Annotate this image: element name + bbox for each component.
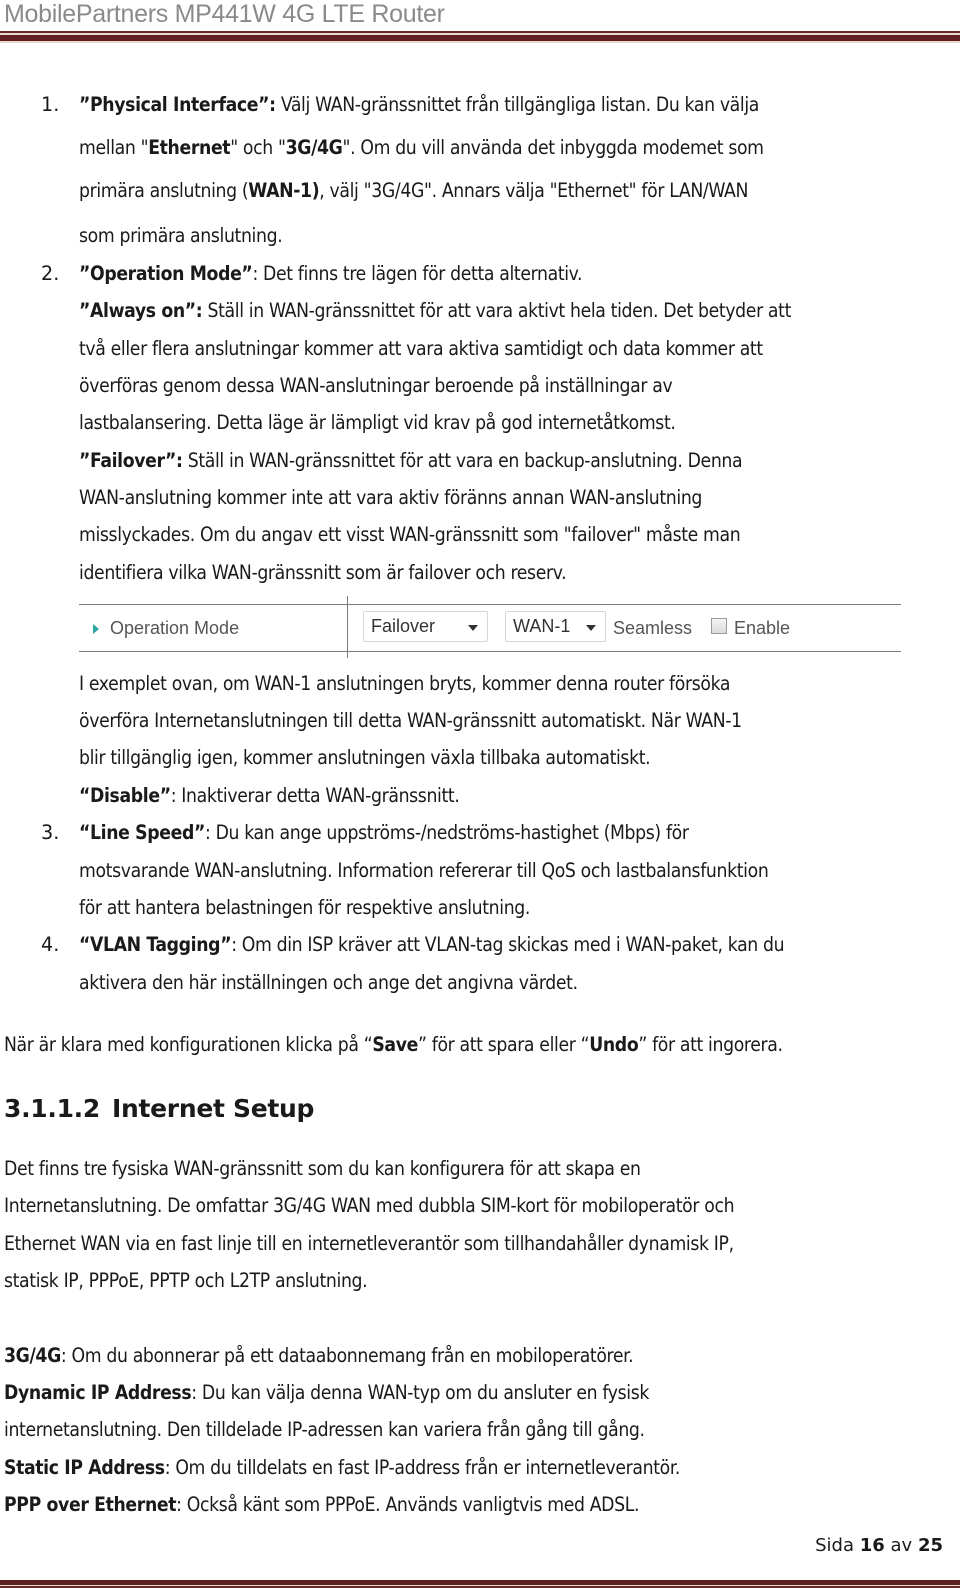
term-disable: “Disable” (79, 784, 171, 807)
section-title: Internet Setup (111, 1094, 315, 1123)
def-3g4g: 3G/4G: Om du abonnerar på ett dataabonne… (4, 1344, 634, 1367)
always-on-line-2: två eller flera anslutningar kommer att … (79, 337, 763, 360)
section-heading: 3.1.1.2 Internet Setup (4, 1094, 314, 1123)
enable-label: Enable (734, 618, 791, 638)
always-on-line-4: lastbalansering. Detta läge är lämpligt … (79, 411, 676, 434)
example-line-3: blir tillgänglig igen, kommer anslutning… (79, 746, 651, 769)
item3-line-1: “Line Speed”: Du kan ange uppströms-/ned… (79, 821, 689, 844)
operation-mode-select[interactable]: Failover (363, 611, 488, 642)
list-number-3: 3. (41, 821, 60, 844)
intro-line-4: statisk IP, PPPoE, PPTP och L2TP anslutn… (4, 1269, 368, 1292)
always-on-line-1: ”Always on”: Ställ in WAN-gränssnittet f… (79, 299, 791, 322)
term-physical-interface: ”Physical Interface”: (79, 93, 276, 116)
widget-top-border (79, 604, 901, 605)
footer-rule (0, 1580, 960, 1588)
save-undo-note: När är klara med konfigurationen klicka … (4, 1033, 783, 1056)
item3-line-2: motsvarande WAN-anslutning. Information … (79, 859, 769, 882)
document-header-title: MobilePartners MP441W 4G LTE Router (4, 0, 445, 28)
header-rule (0, 31, 960, 43)
term-failover: ”Failover”: (79, 449, 183, 472)
item3-line-3: för att hantera belastningen för respekt… (79, 896, 531, 919)
list-number-4: 4. (41, 933, 60, 956)
operation-mode-screenshot: Operation Mode Failover WAN-1 Seamless E… (79, 596, 901, 658)
widget-column-divider (347, 596, 348, 658)
intro-line-3: Ethernet WAN via en fast linje till en i… (4, 1232, 734, 1255)
item1-line-3: primära anslutning (WAN-1), välj "3G/4G"… (79, 179, 749, 202)
def-dynamic-ip: Dynamic IP Address: Du kan välja denna W… (4, 1381, 650, 1404)
example-line-2: överföra Internetanslutningen till detta… (79, 709, 742, 732)
term-operation-mode: ”Operation Mode” (79, 262, 253, 285)
seamless-label: Seamless (613, 618, 693, 638)
always-on-line-3: överföras genom dessa WAN-anslutningar b… (79, 374, 673, 397)
failover-line-3: misslyckades. Om du angav ett visst WAN-… (79, 523, 741, 546)
item4-line-2: aktivera den här inställningen och ange … (79, 971, 578, 994)
item2-line-1: ”Operation Mode”: Det finns tre lägen fö… (79, 262, 583, 285)
save-keyword: Save (372, 1033, 418, 1056)
term-always-on: ”Always on”: (79, 299, 203, 322)
item1-line-4: som primära anslutning. (79, 224, 283, 247)
failover-line-4: identifiera vilka WAN-gränssnitt som är … (79, 561, 567, 584)
example-line-1: I exemplet ovan, om WAN-1 anslutningen b… (79, 672, 731, 695)
list-number-2: 2. (41, 262, 60, 285)
def-dynamic-ip-cont: internetanslutning. Den tilldelade IP-ad… (4, 1418, 645, 1441)
wan-interface-select[interactable]: WAN-1 (505, 611, 606, 642)
item1-line-1: ”Physical Interface”: Välj WAN-gränssnit… (79, 93, 760, 116)
widget-bottom-border (79, 651, 901, 652)
item1-line-2: mellan "Ethernet" och "3G/4G". Om du vil… (79, 136, 764, 159)
def-static-ip: Static IP Address: Om du tilldelats en f… (4, 1456, 680, 1479)
undo-keyword: Undo (589, 1033, 639, 1056)
operation-mode-label: Operation Mode (110, 618, 240, 638)
disable-line: “Disable”: Inaktiverar detta WAN-gränssn… (79, 784, 460, 807)
chevron-down-icon (468, 625, 478, 631)
list-number-1: 1. (41, 93, 60, 116)
failover-line-1: ”Failover”: Ställ in WAN-gränssnittet fö… (79, 449, 743, 472)
intro-line-1: Det finns tre fysiska WAN-gränssnitt som… (4, 1157, 641, 1180)
failover-line-2: WAN-anslutning kommer inte att vara akti… (79, 486, 703, 509)
intro-line-2: Internetanslutning. De omfattar 3G/4G WA… (4, 1194, 735, 1217)
triangle-bullet-icon (93, 624, 99, 634)
term-line-speed: “Line Speed” (79, 821, 205, 844)
seamless-enable-checkbox[interactable] (711, 618, 727, 634)
item4-line-1: “VLAN Tagging”: Om din ISP kräver att VL… (79, 933, 785, 956)
term-vlan-tagging: “VLAN Tagging” (79, 933, 232, 956)
section-number: 3.1.1.2 (4, 1094, 100, 1123)
page-number: Sida 16 av 25 (815, 1535, 943, 1556)
def-pppoe: PPP over Ethernet: Också känt som PPPoE.… (4, 1493, 640, 1516)
chevron-down-icon (586, 625, 596, 631)
